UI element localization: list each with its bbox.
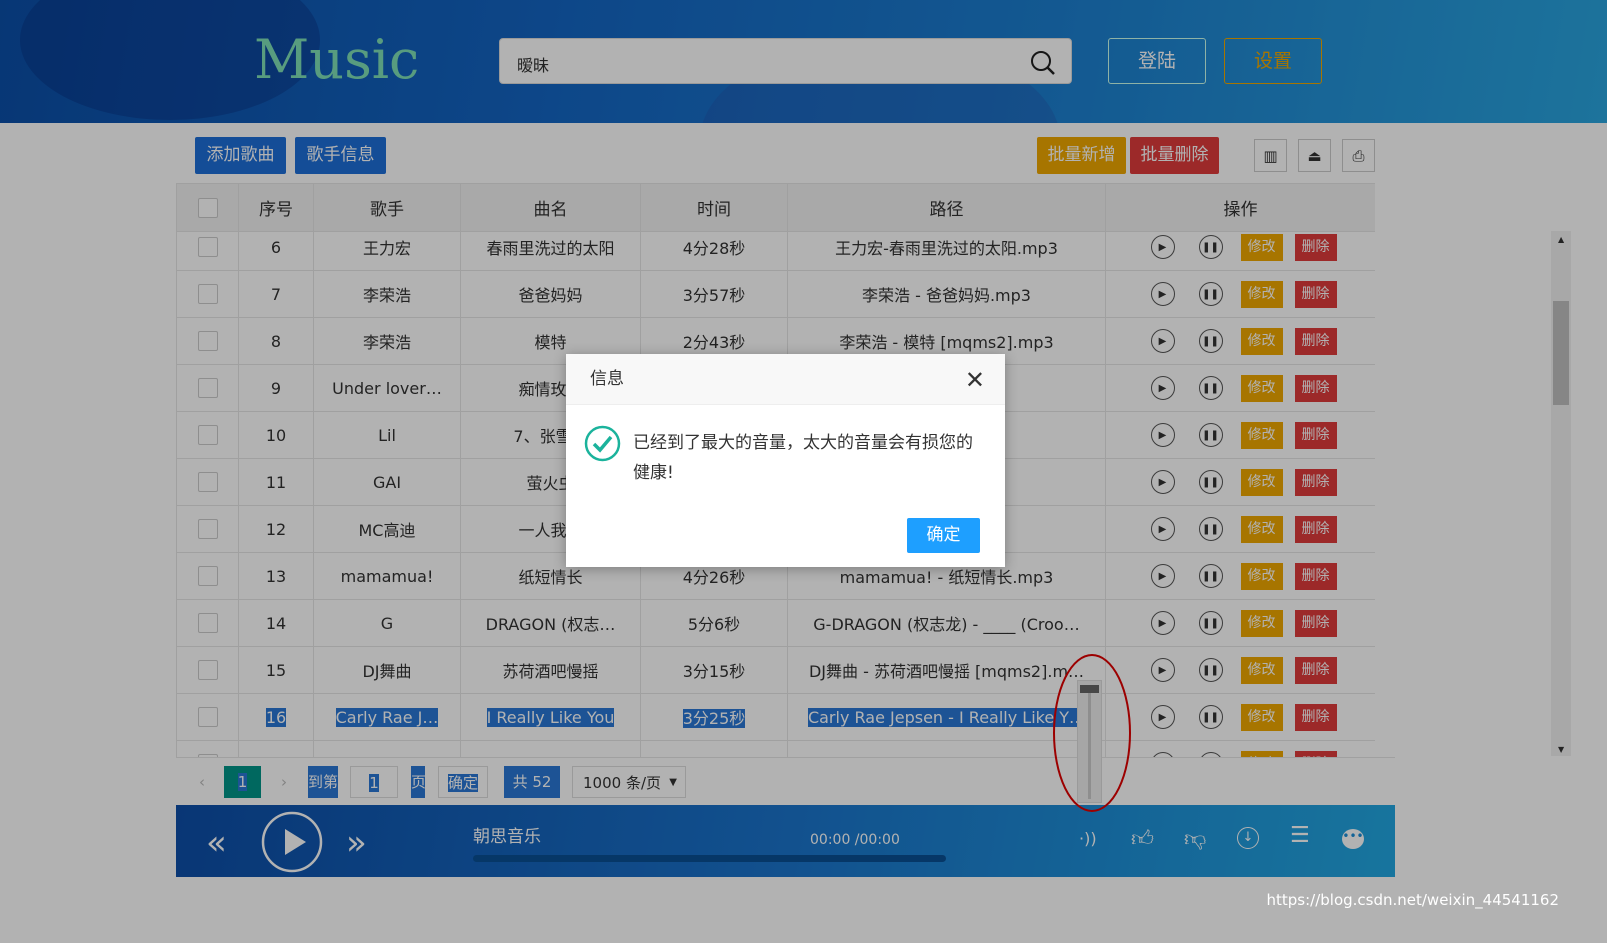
info-dialog: 信息 ✕ 已经到了最大的音量，太大的音量会有损您的健康! 确定: [566, 354, 1005, 567]
success-check-icon: [584, 425, 621, 462]
dialog-title: 信息: [566, 354, 1005, 405]
dialog-ok-button[interactable]: 确定: [907, 518, 980, 553]
close-icon[interactable]: ✕: [965, 366, 985, 394]
watermark: https://blog.csdn.net/weixin_44541162: [1266, 891, 1559, 909]
dialog-message: 已经到了最大的音量，太大的音量会有损您的健康!: [633, 433, 973, 483]
